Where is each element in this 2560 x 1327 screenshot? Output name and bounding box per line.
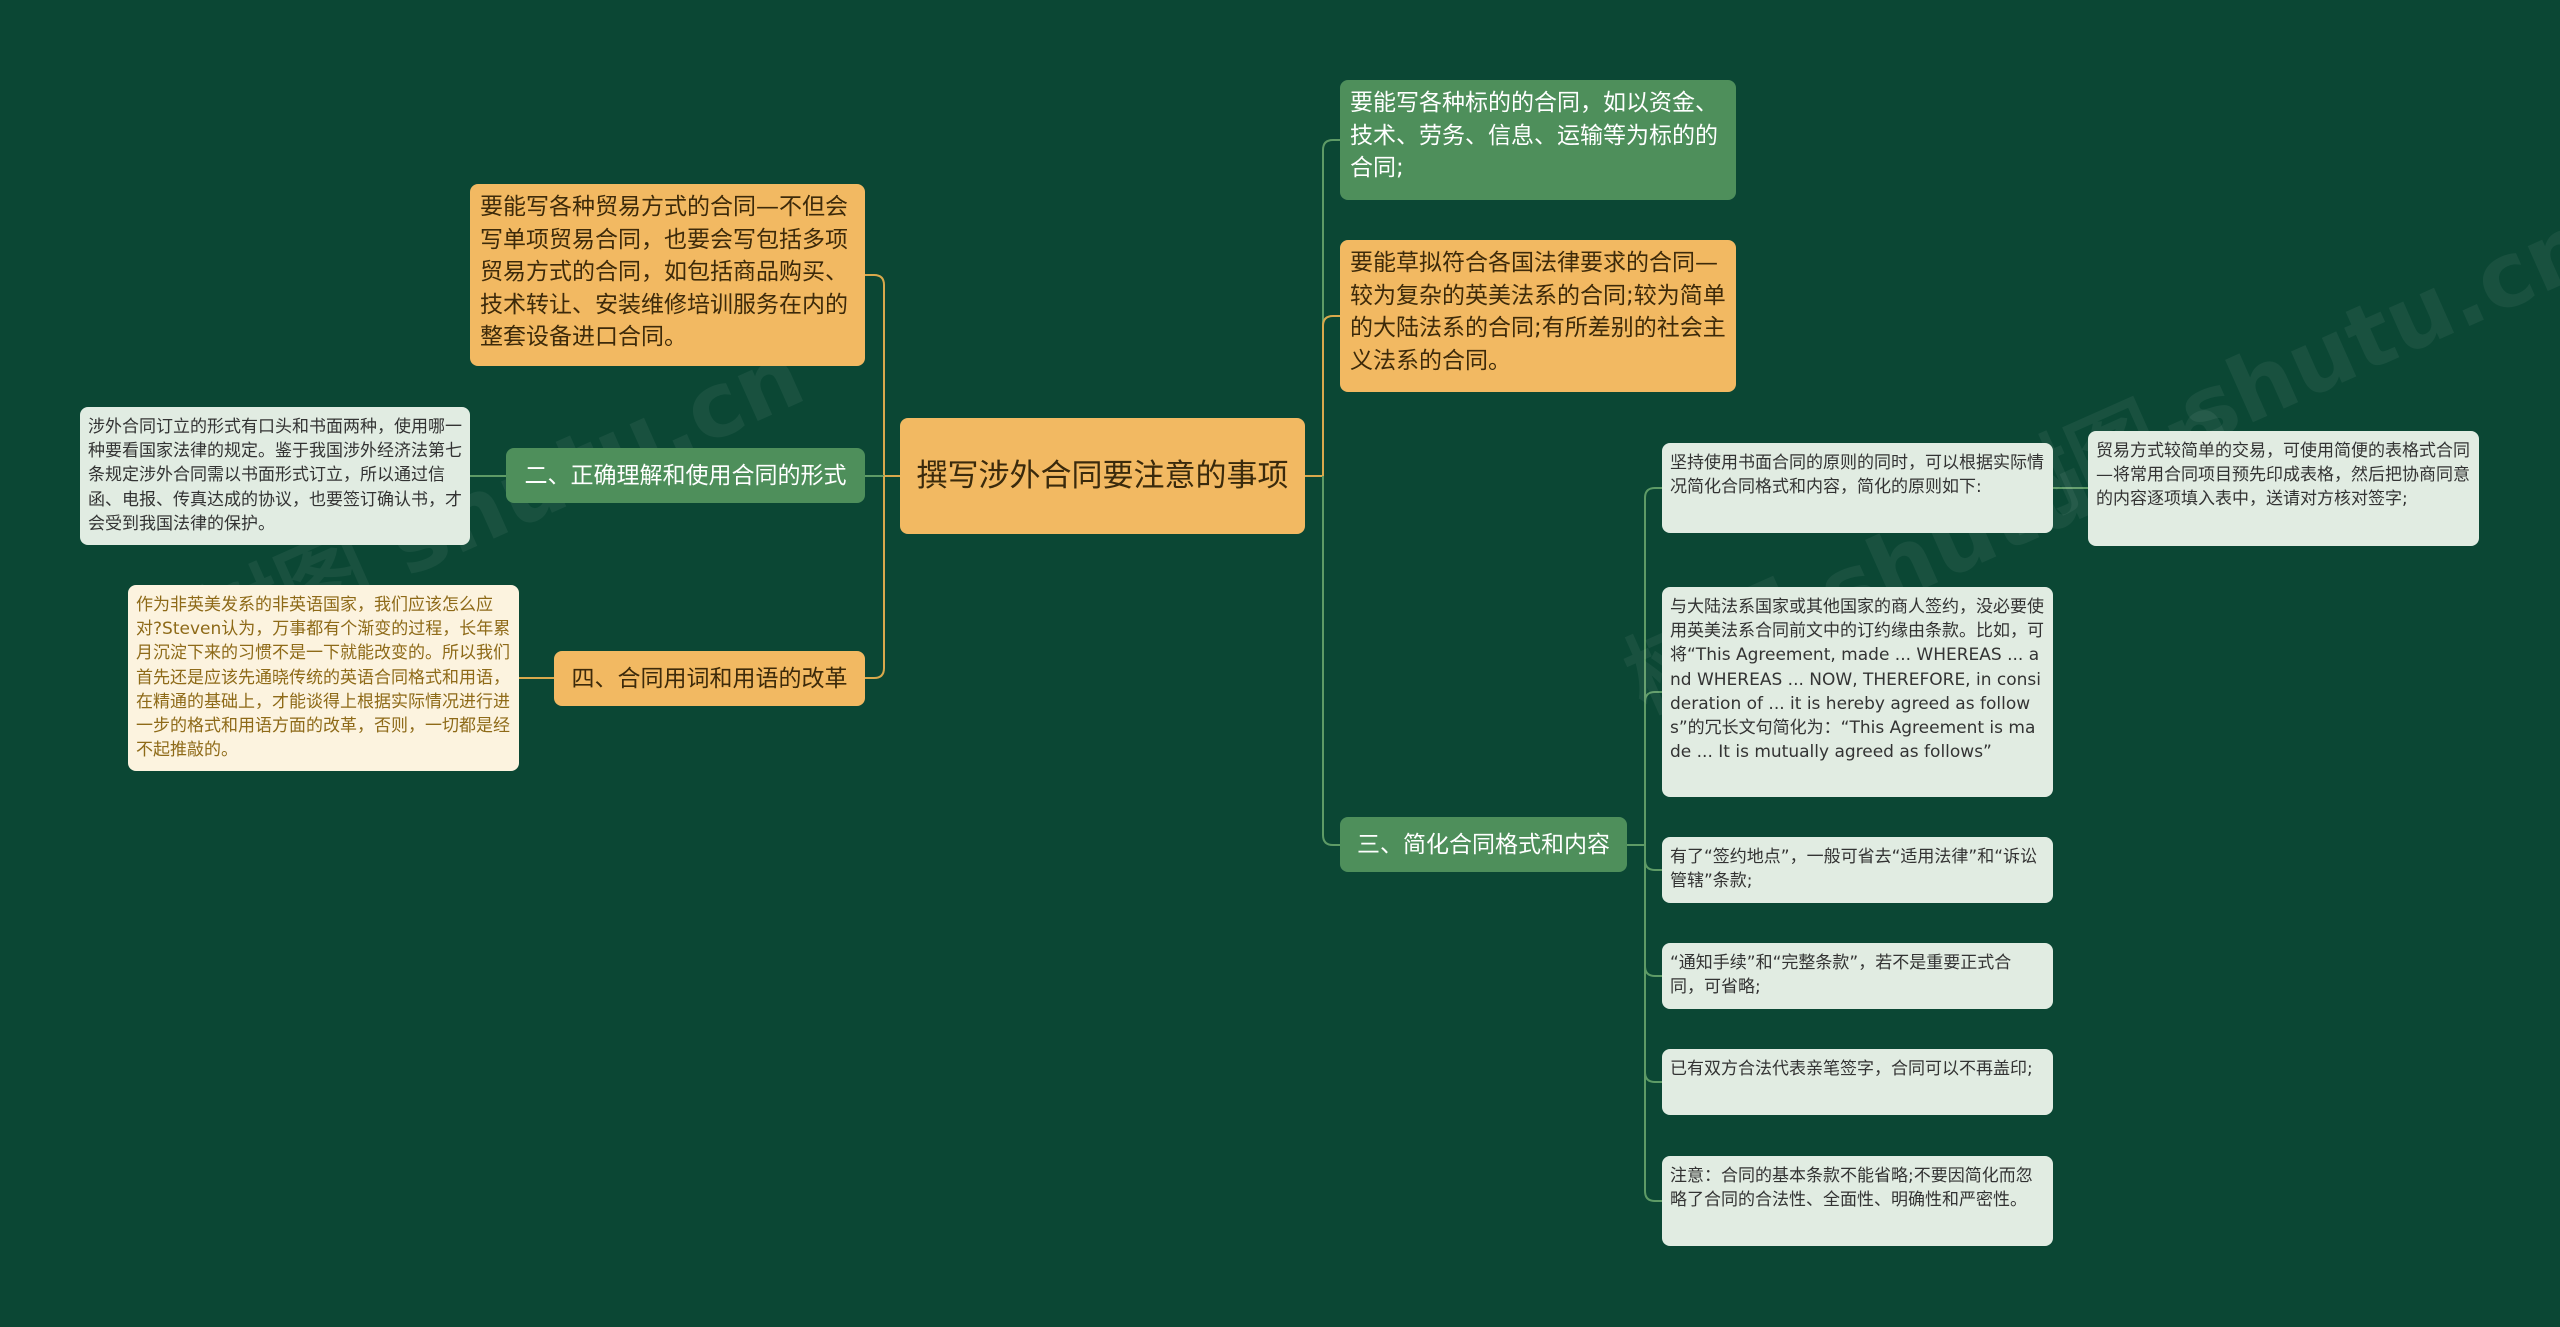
root-topic[interactable]: 撰写涉外合同要注意的事项 xyxy=(900,418,1305,534)
connector-line xyxy=(1644,691,1662,845)
connector-line xyxy=(1322,476,1340,846)
connector-line xyxy=(1644,845,1662,977)
simplify-item[interactable]: 与大陆法系国家或其他国家的商人签约，没必要使用英美法系合同前文中的订约缘由条款。… xyxy=(1662,587,2053,797)
connector-line xyxy=(1644,487,1662,845)
connector-line xyxy=(1644,845,1662,1083)
simplify-item[interactable]: “通知手续”和“完整条款”，若不是重要正式合同，可省略; xyxy=(1662,943,2053,1009)
detail-contract-form[interactable]: 涉外合同订立的形式有口头和书面两种，使用哪一种要看国家法律的规定。鉴于我国涉外经… xyxy=(80,407,470,545)
simplify-item[interactable]: 坚持使用书面合同的原则的同时，可以根据实际情况简化合同格式和内容，简化的原则如下… xyxy=(1662,443,2053,533)
branch-simplify-format[interactable]: 三、简化合同格式和内容 xyxy=(1340,817,1627,872)
note-subject-matter[interactable]: 要能写各种标的的合同，如以资金、技术、劳务、信息、运输等为标的的合同; xyxy=(1340,80,1736,200)
simplify-item[interactable]: 有了“签约地点”，一般可省去“适用法律”和“诉讼管辖”条款; xyxy=(1662,837,2053,903)
note-legal-systems[interactable]: 要能草拟符合各国法律要求的合同—较为复杂的英美法系的合同;较为简单的大陆法系的合… xyxy=(1340,240,1736,392)
detail-wording-reform[interactable]: 作为非英美发系的非英语国家，我们应该怎么应对?Steven认为，万事都有个渐变的… xyxy=(128,585,519,771)
connector-line xyxy=(1322,139,1340,476)
connector-line xyxy=(865,274,885,476)
note-trade-methods[interactable]: 要能写各种贸易方式的合同—不但会写单项贸易合同，也要会写包括多项贸易方式的合同，… xyxy=(470,184,865,366)
simplify-item[interactable]: 已有双方合法代表亲笔签字，合同可以不再盖印; xyxy=(1662,1049,2053,1115)
simplify-sub-detail[interactable]: 贸易方式较简单的交易，可使用简便的表格式合同—将常用合同项目预先印成表格，然后把… xyxy=(2088,431,2479,546)
branch-contract-form[interactable]: 二、正确理解和使用合同的形式 xyxy=(506,448,865,503)
branch-wording-reform[interactable]: 四、合同用词和用语的改革 xyxy=(554,651,865,706)
connector-line xyxy=(865,476,885,679)
connector-line xyxy=(1322,315,1340,476)
simplify-item[interactable]: 注意：合同的基本条款不能省略;不要因简化而忽略了合同的合法性、全面性、明确性和严… xyxy=(1662,1156,2053,1246)
connector-line xyxy=(1644,845,1662,1202)
connector-line xyxy=(1644,845,1662,871)
mind-map-canvas: 树图 shutu.cn 树图 shutu.cn 树图 shutu.cn 撰写涉外… xyxy=(0,0,2560,1327)
